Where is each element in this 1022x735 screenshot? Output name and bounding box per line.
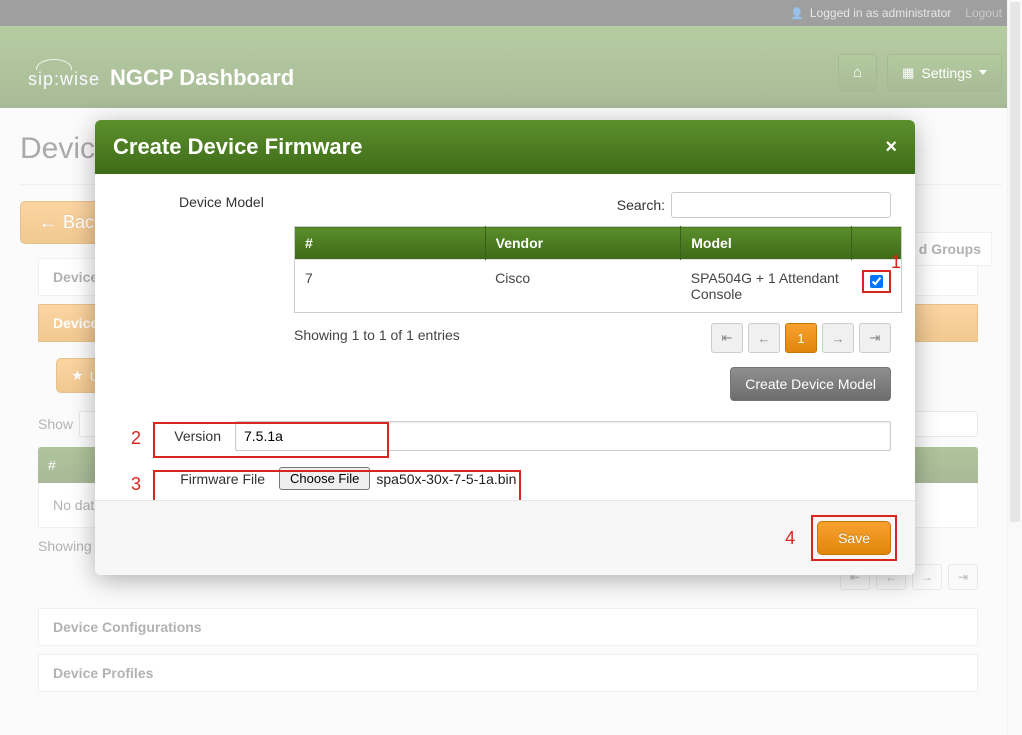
annotation-3: 3: [131, 474, 141, 495]
modal-body: Device Model Search: # Vendor Model 7 Ci…: [95, 174, 915, 500]
row-select-checkbox[interactable]: [870, 275, 883, 288]
table-row[interactable]: 7 Cisco SPA504G + 1 Attendant Console: [295, 260, 902, 313]
annotation-4: 4: [785, 528, 795, 549]
chosen-file-name: spa50x-30x-7-5-1a.bin: [376, 471, 516, 487]
version-input[interactable]: [235, 421, 891, 451]
create-device-model-button[interactable]: Create Device Model: [730, 367, 891, 401]
device-model-table: # Vendor Model 7 Cisco SPA504G + 1 Atten…: [294, 226, 902, 313]
modal-title: Create Device Firmware: [113, 134, 362, 160]
pager-first[interactable]: ⇤: [711, 323, 743, 353]
firmware-file-label: Firmware File: [119, 471, 279, 487]
pager-prev[interactable]: ←: [748, 323, 780, 353]
cell-model: SPA504G + 1 Attendant Console: [681, 260, 852, 313]
pager-next[interactable]: →: [822, 323, 854, 353]
modal-pager: ⇤ ← 1 → ⇥: [119, 323, 891, 353]
annotation-1: 1: [891, 252, 901, 273]
annotation-2: 2: [131, 428, 141, 449]
close-icon[interactable]: ×: [885, 136, 897, 159]
save-button[interactable]: Save: [817, 521, 891, 555]
firmware-file-row: Firmware File Choose File spa50x-30x-7-5…: [119, 467, 891, 490]
pager-last[interactable]: ⇥: [859, 323, 891, 353]
select-row-highlight: [862, 270, 891, 293]
modal-header: Create Device Firmware ×: [95, 120, 915, 174]
search-input[interactable]: [671, 192, 891, 218]
th-vendor[interactable]: Vendor: [485, 227, 681, 260]
th-model[interactable]: Model: [681, 227, 852, 260]
device-model-section-label: Device Model: [119, 192, 264, 210]
annotation-box-4: Save: [811, 515, 897, 561]
modal-footer: 4 Save: [95, 500, 915, 575]
version-row: Version: [119, 421, 891, 451]
create-firmware-modal: Create Device Firmware × Device Model Se…: [95, 120, 915, 575]
cell-vendor: Cisco: [485, 260, 681, 313]
pager-page-1[interactable]: 1: [785, 323, 817, 353]
th-num[interactable]: #: [295, 227, 486, 260]
choose-file-button[interactable]: Choose File: [279, 467, 370, 490]
search-label: Search:: [617, 197, 665, 213]
cell-num: 7: [295, 260, 486, 313]
